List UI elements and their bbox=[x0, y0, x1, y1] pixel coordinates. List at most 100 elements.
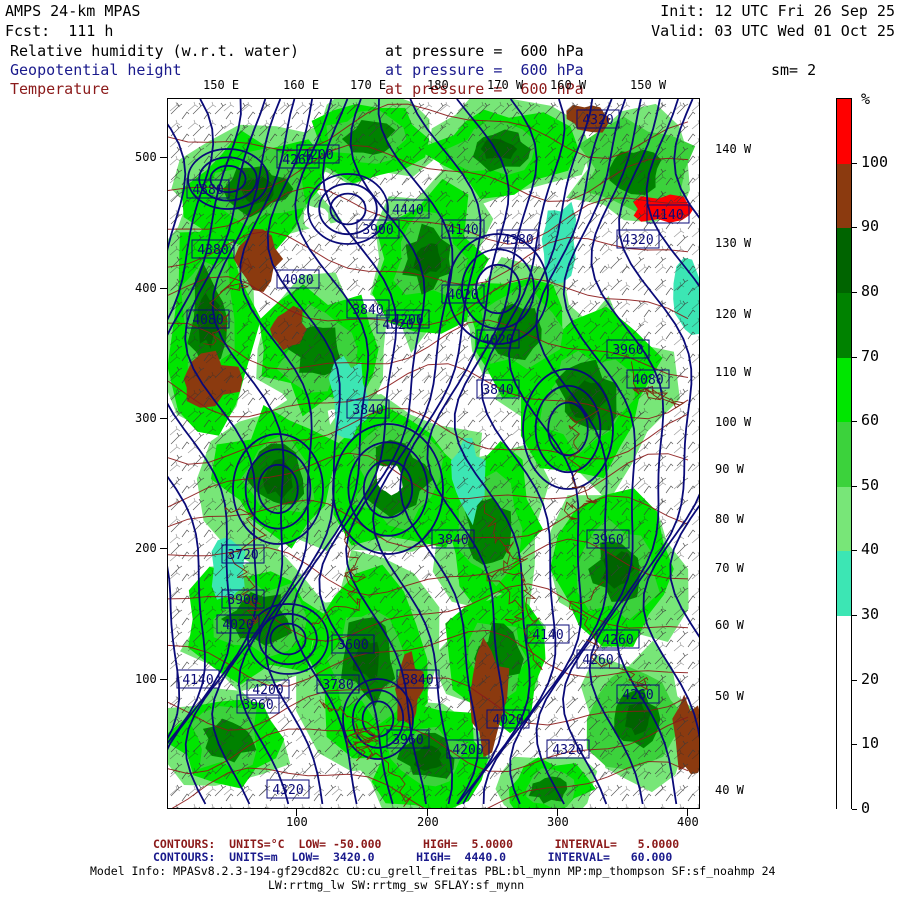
lon-label-right: 80 W bbox=[715, 512, 744, 526]
lon-label-top: 160 W bbox=[550, 78, 587, 92]
contour-label: 4320 bbox=[582, 113, 613, 128]
colorbar-label: 50 bbox=[861, 475, 880, 494]
contour-label: 3720 bbox=[227, 548, 258, 563]
lon-label-top: 170 W bbox=[487, 78, 524, 92]
y-tick-mark bbox=[160, 157, 167, 158]
contour-label: 4080 bbox=[632, 373, 663, 388]
height-contour-info: CONTOURS: UNITS=m LOW= 3420.0 HIGH= 4440… bbox=[153, 850, 673, 864]
colorbar-tick bbox=[852, 227, 857, 229]
x-tick-label: 100 bbox=[286, 815, 308, 829]
colorbar-label: 90 bbox=[861, 217, 880, 236]
contour-label: 3840 bbox=[352, 403, 383, 418]
lon-label-right: 60 W bbox=[715, 618, 744, 632]
contour-label: 4320 bbox=[272, 783, 303, 798]
x-tick-label: 400 bbox=[677, 815, 699, 829]
colorbar-segment bbox=[837, 357, 851, 423]
contour-label: 4020 bbox=[222, 618, 253, 633]
contour-label: 3900 bbox=[227, 593, 258, 608]
colorbar-label: 100 bbox=[861, 152, 889, 171]
y-tick-mark bbox=[160, 288, 167, 289]
contour-label: 4140 bbox=[652, 208, 683, 223]
colorbar-segment bbox=[837, 163, 851, 229]
contour-label: 4380 bbox=[192, 183, 223, 198]
colorbar-label: 60 bbox=[861, 411, 880, 430]
contour-label: 4020 bbox=[492, 713, 523, 728]
colorbar-segment bbox=[837, 486, 851, 552]
colorbar-label: 30 bbox=[861, 605, 880, 624]
y-tick-mark bbox=[160, 418, 167, 419]
field-level-rh: at pressure = 600 hPa bbox=[385, 42, 584, 60]
x-tick-label: 200 bbox=[417, 815, 439, 829]
contour-label: 3840 bbox=[352, 303, 383, 318]
lon-label-top: 160 E bbox=[283, 78, 320, 92]
contour-label: 4140 bbox=[182, 673, 213, 688]
contour-label: 3840 bbox=[402, 673, 433, 688]
contour-label: 3960 bbox=[592, 533, 623, 548]
lon-label-right: 120 W bbox=[715, 307, 752, 321]
contour-label: 4320 bbox=[552, 743, 583, 758]
contour-label: 4260 bbox=[602, 633, 633, 648]
lon-label-right: 40 W bbox=[715, 783, 744, 797]
colorbar-segment bbox=[837, 616, 851, 810]
colorbar-label: 70 bbox=[861, 346, 880, 365]
colorbar-tick bbox=[852, 356, 857, 358]
colorbar-tick bbox=[852, 550, 857, 552]
colorbar-tick bbox=[852, 744, 857, 746]
contour-label: 3960 bbox=[242, 698, 273, 713]
lon-label-right: 130 W bbox=[715, 236, 752, 250]
model-info-line1: Model Info: MPASv8.2.3-194-gf29cd82c CU:… bbox=[90, 864, 776, 878]
contour-label: 4140 bbox=[532, 628, 563, 643]
lon-label-right: 90 W bbox=[715, 462, 744, 476]
contour-label: 3900 bbox=[362, 223, 393, 238]
colorbar-tick bbox=[852, 421, 857, 423]
contour-label: 4020 bbox=[482, 333, 513, 348]
lon-label-right: 100 W bbox=[715, 415, 752, 429]
smoothing-label: sm= 2 bbox=[771, 61, 817, 79]
colorbar-tick bbox=[852, 615, 857, 617]
contour-label: 4260 bbox=[622, 688, 653, 703]
y-tick-mark bbox=[160, 548, 167, 549]
forecast-hour: Fcst: 111 h bbox=[5, 22, 114, 40]
map-panel: 4260 4260 4380 4200 4200 4020 4020 4320 4380 4320… bbox=[167, 98, 700, 809]
model-info-line2: LW:rrtmg_lw SW:rrtmg_sw SFLAY:sf_mynn bbox=[268, 878, 525, 892]
lon-label-top: 150 E bbox=[203, 78, 240, 92]
map-field-plot: 4260 4260 4380 4200 4200 4020 4020 4320 4380 4320… bbox=[168, 99, 699, 808]
contour-label: 3960 bbox=[612, 343, 643, 358]
lon-label-top: 150 W bbox=[630, 78, 667, 92]
colorbar-tick bbox=[852, 809, 857, 810]
y-tick-label: 100 bbox=[135, 672, 157, 686]
y-tick-label: 300 bbox=[135, 411, 157, 425]
colorbar-tick bbox=[852, 291, 857, 293]
lon-label-top: 170 E bbox=[350, 78, 387, 92]
colorbar-segment bbox=[837, 551, 851, 617]
colorbar-tick bbox=[852, 162, 857, 164]
contour-label: 3780 bbox=[322, 678, 353, 693]
colorbar-segment bbox=[837, 99, 851, 164]
y-tick-label: 400 bbox=[135, 281, 157, 295]
colorbar-label: 10 bbox=[861, 734, 880, 753]
lon-label-right: 50 W bbox=[715, 689, 744, 703]
y-tick-label: 500 bbox=[135, 150, 157, 164]
contour-label: 4380 bbox=[197, 243, 228, 258]
colorbar-unit: % bbox=[861, 90, 871, 108]
field-level-height: at pressure = 600 hPa bbox=[385, 61, 584, 79]
contour-label: 3600 bbox=[337, 638, 368, 653]
contour-label: 4200 bbox=[302, 148, 333, 163]
y-tick-mark bbox=[160, 679, 167, 680]
colorbar-label: 0 bbox=[861, 799, 871, 817]
field-name-height: Geopotential height bbox=[10, 61, 182, 79]
colorbar-label: 20 bbox=[861, 669, 880, 688]
colorbar-segment bbox=[837, 228, 851, 293]
valid-time: Valid: 03 UTC Wed 01 Oct 25 bbox=[651, 22, 895, 40]
contour-label: 3840 bbox=[482, 383, 513, 398]
contour-label: 4440 bbox=[392, 203, 423, 218]
contour-label: 4080 bbox=[282, 273, 313, 288]
y-tick-label: 200 bbox=[135, 541, 157, 555]
lon-label-top: 180 bbox=[427, 78, 449, 92]
temperature-contour-info: CONTOURS: UNITS=°C LOW= -50.000 HIGH= 5.… bbox=[153, 837, 680, 851]
lon-label-right: 110 W bbox=[715, 365, 752, 379]
lon-label-right: 70 W bbox=[715, 561, 744, 575]
contour-label: 4200 bbox=[392, 313, 423, 328]
colorbar-label: 40 bbox=[861, 540, 880, 559]
field-name-temperature: Temperature bbox=[10, 80, 110, 98]
